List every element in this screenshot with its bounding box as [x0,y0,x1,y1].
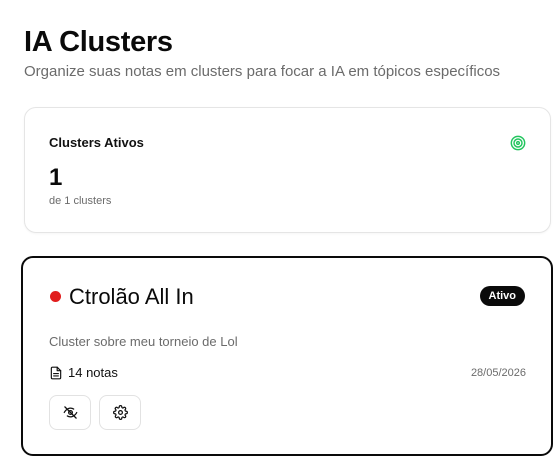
notes-count: 14 notas [49,365,118,380]
cluster-card[interactable]: Ctrolão All In Ativo Cluster sobre meu t… [21,256,553,456]
total-clusters-text: de 1 clusters [49,195,112,207]
cluster-name: Ctrolão All In [69,284,194,309]
active-clusters-card: Clusters Ativos 1 de 1 clusters [24,107,551,233]
active-clusters-count: 1 [49,164,63,191]
gear-icon [112,405,128,420]
cluster-description: Cluster sobre meu torneio de Lol [49,334,238,349]
toggle-visibility-button[interactable] [49,395,91,430]
cluster-status-dot [50,291,61,302]
active-clusters-label: Clusters Ativos [49,135,144,150]
notes-count-label: 14 notas [68,365,118,380]
file-text-icon [50,366,62,379]
cluster-settings-button[interactable] [99,395,141,430]
page-subtitle: Organize suas notas em clusters para foc… [24,63,501,80]
page-title: IA Clusters [24,26,173,58]
cluster-date: 28/05/2026 [470,367,526,379]
target-icon [510,135,526,151]
status-badge: Ativo [479,286,525,306]
eye-off-icon [63,406,77,419]
